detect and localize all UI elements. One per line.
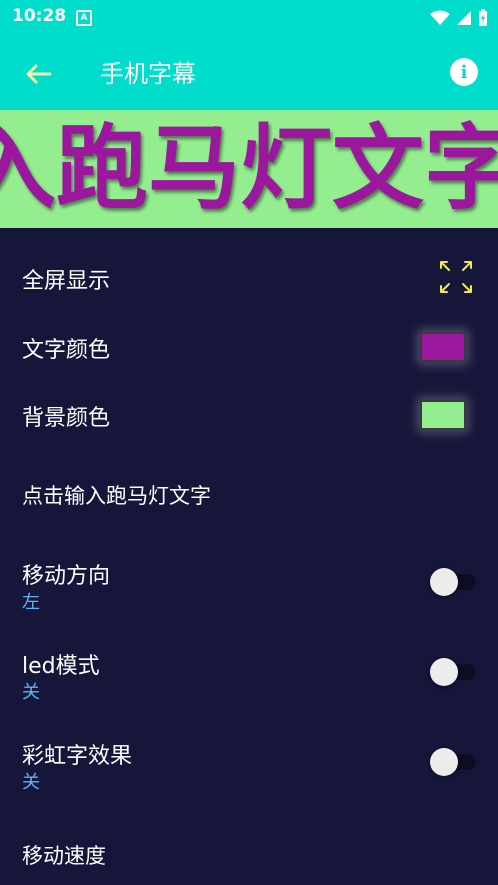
text-color-swatch[interactable] (420, 332, 466, 362)
speed-label: 移动速度 (22, 844, 106, 868)
direction-value: 左 (22, 592, 40, 613)
arrow-left-icon (26, 64, 52, 84)
led-mode-label: led模式 (22, 654, 100, 679)
wifi-icon (430, 10, 450, 25)
direction-row[interactable]: 移动方向 左 (0, 552, 498, 622)
fullscreen-icon[interactable] (437, 258, 475, 296)
toggle-thumb (430, 568, 458, 596)
text-color-label: 文字颜色 (22, 338, 111, 363)
led-mode-row[interactable]: led模式 关 (0, 642, 498, 712)
rainbow-value: 关 (22, 772, 40, 793)
led-mode-value: 关 (22, 682, 40, 703)
status-time: 10:28 (12, 6, 67, 26)
toggle-thumb (430, 658, 458, 686)
marquee-preview: 入跑马灯文字 (0, 110, 498, 228)
input-text-label: 点击输入跑马灯文字 (22, 484, 211, 508)
fullscreen-label: 全屏显示 (22, 269, 111, 294)
fullscreen-row[interactable]: 全屏显示 (0, 228, 498, 324)
direction-toggle[interactable] (428, 568, 478, 596)
toggle-thumb (430, 748, 458, 776)
app-bar: 手机字幕 i (0, 36, 498, 110)
battery-icon (479, 9, 487, 26)
bg-color-row[interactable]: 背景颜色 (0, 392, 498, 460)
info-icon: i (460, 61, 468, 83)
rainbow-toggle[interactable] (428, 748, 478, 776)
status-icons (430, 8, 488, 28)
back-button[interactable] (20, 56, 56, 92)
speed-row[interactable]: 移动速度 (0, 828, 498, 885)
bg-color-label: 背景颜色 (22, 406, 111, 431)
text-color-row[interactable]: 文字颜色 (0, 324, 498, 392)
page-title: 手机字幕 (100, 60, 196, 88)
info-button[interactable]: i (450, 58, 478, 86)
led-mode-toggle[interactable] (428, 658, 478, 686)
direction-label: 移动方向 (22, 564, 111, 589)
notification-icon: A (76, 10, 92, 26)
rainbow-label: 彩虹字效果 (22, 744, 133, 769)
rainbow-row[interactable]: 彩虹字效果 关 (0, 732, 498, 802)
settings-list: 全屏显示 文字颜色 背景颜色 点击输入跑马灯文字 移动方向 左 led模式 关 (0, 228, 498, 885)
marquee-text: 入跑马灯文字 (0, 115, 498, 222)
signal-icon (457, 11, 471, 25)
bg-color-swatch[interactable] (420, 400, 466, 430)
status-bar: 10:28 A (0, 0, 498, 36)
input-text-row[interactable]: 点击输入跑马灯文字 (0, 468, 498, 538)
